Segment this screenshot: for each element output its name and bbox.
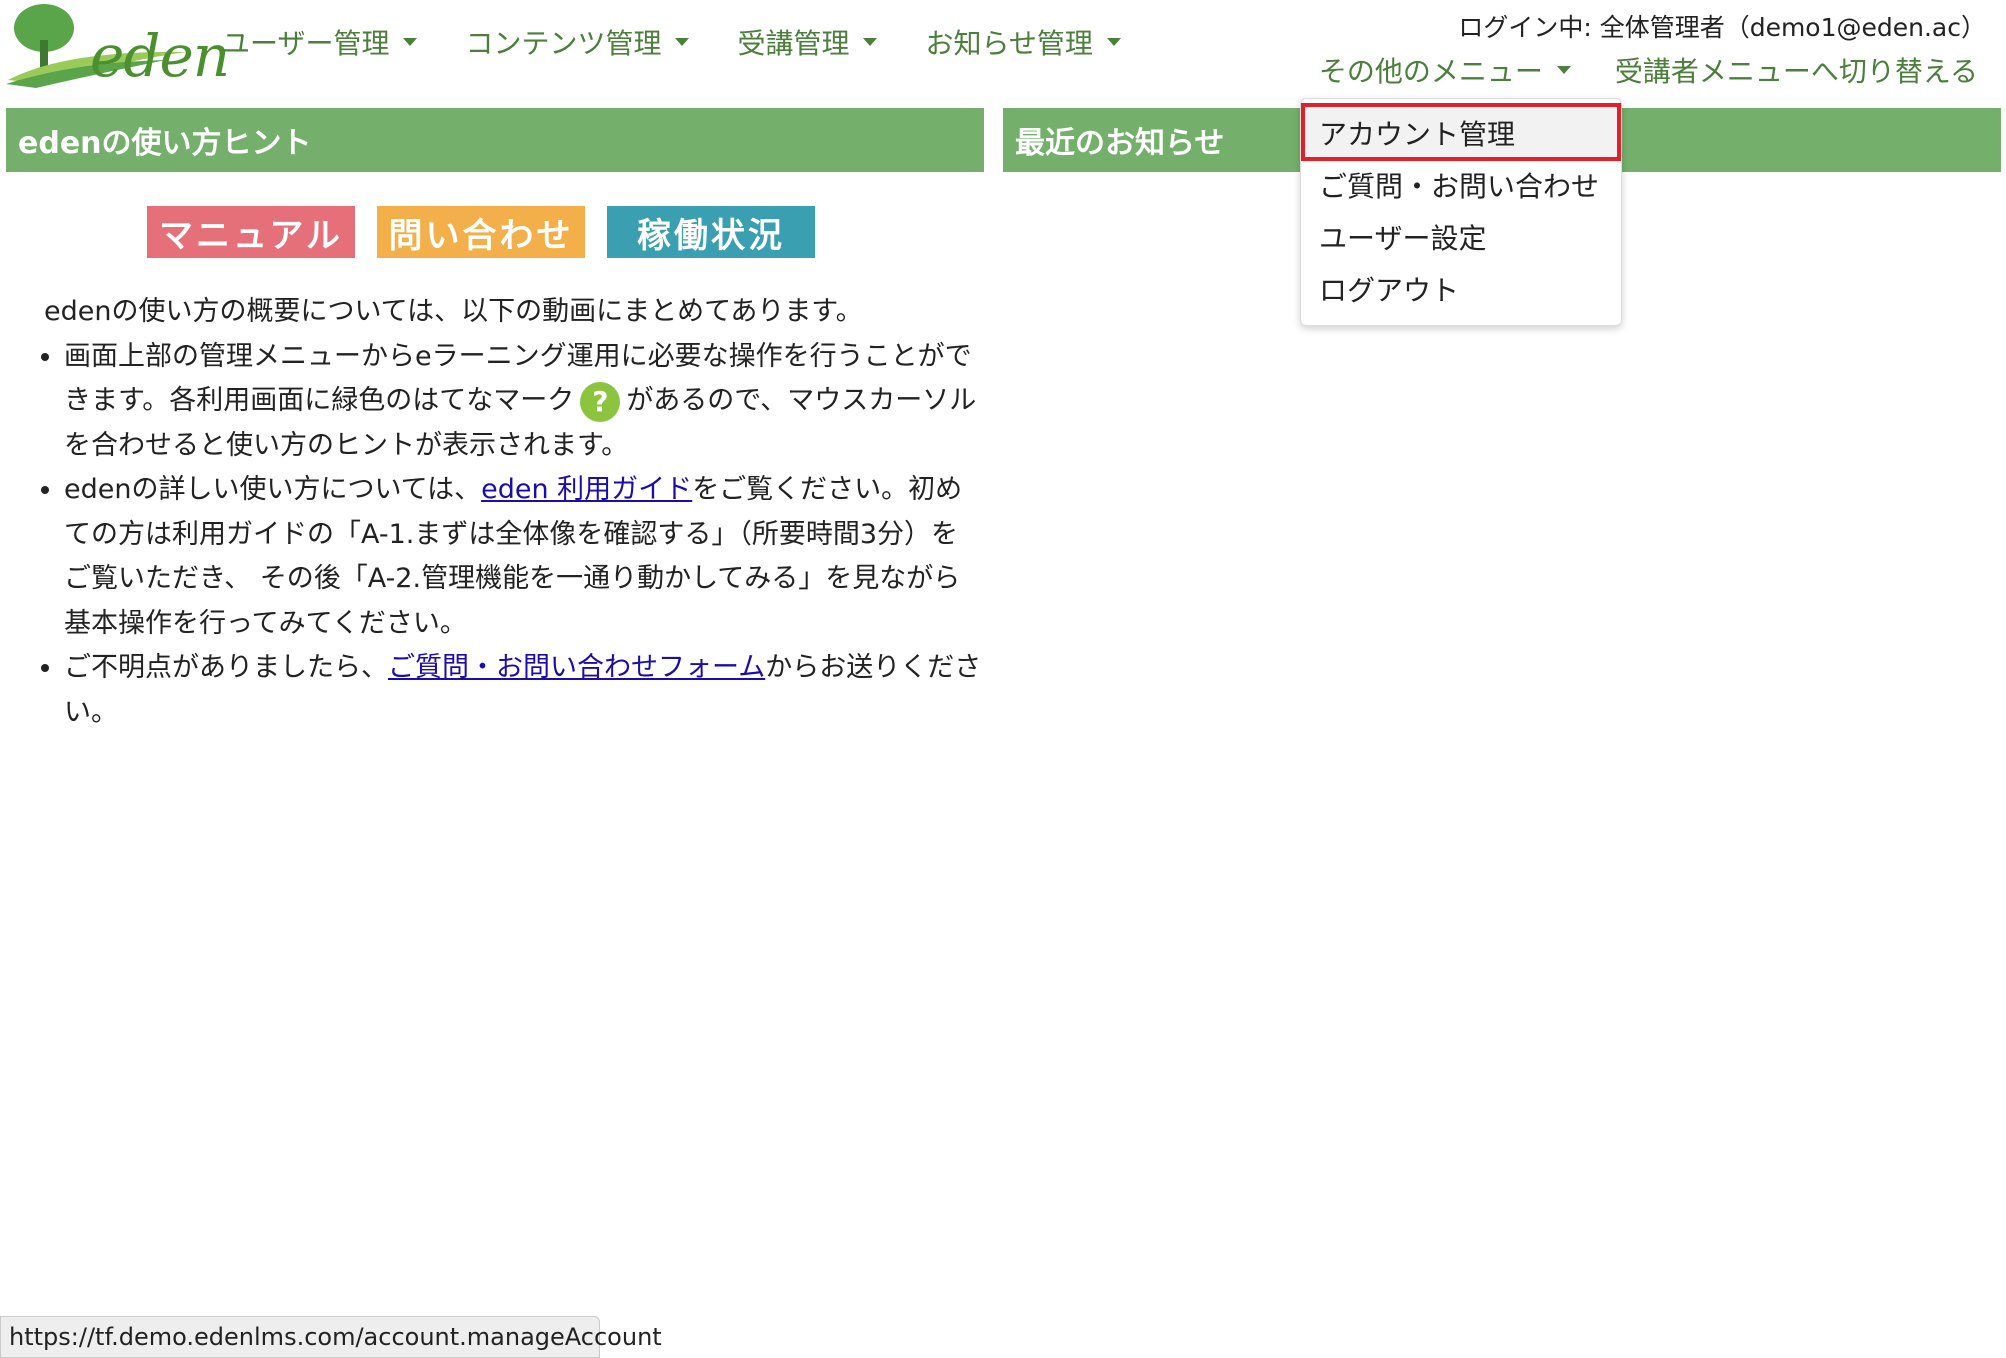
- other-menu-toggle[interactable]: その他のメニュー: [1319, 50, 1571, 90]
- logo-text: eden: [90, 22, 230, 90]
- hint-buttons: マニュアル 問い合わせ 稼働状況: [147, 206, 815, 258]
- contact-form-link[interactable]: ご質問・お問い合わせフォーム: [388, 652, 765, 683]
- help-question-icon: ?: [580, 381, 621, 422]
- user-guide-link[interactable]: eden 利用ガイド: [481, 474, 692, 505]
- intro-text: edenの使い方の概要については、以下の動画にまとめてあります。: [44, 296, 863, 327]
- nav-label: コンテンツ管理: [465, 27, 662, 60]
- browser-status-bar: https://tf.demo.edenlms.com/account.mana…: [0, 1316, 662, 1358]
- hints-content: edenの使い方の概要については、以下の動画にまとめてあります。 画面上部の管理…: [44, 290, 984, 735]
- list-item: edenの詳しい使い方については、eden 利用ガイドをご覧ください。初めての方…: [64, 468, 984, 646]
- caret-down-icon: [1106, 38, 1121, 46]
- nav-label: お知らせ管理: [925, 27, 1093, 60]
- top-right-menu: その他のメニュー 受講者メニューへ切り替える: [1319, 50, 1978, 90]
- nav-label: 受講管理: [737, 27, 850, 60]
- manual-button[interactable]: マニュアル: [147, 206, 355, 258]
- hints-panel-title: edenの使い方ヒント: [6, 108, 984, 172]
- caret-down-icon: [403, 38, 418, 46]
- status-button[interactable]: 稼働状況: [607, 206, 815, 258]
- caret-down-icon: [675, 38, 690, 46]
- nav-notice-management[interactable]: お知らせ管理: [925, 22, 1121, 62]
- nav-content-management[interactable]: コンテンツ管理: [465, 22, 690, 62]
- hint-list: 画面上部の管理メニューからeラーニング運用に必要な操作を行うことができます。各利…: [44, 335, 984, 736]
- menu-item-account-management[interactable]: アカウント管理: [1319, 113, 1515, 153]
- menu-item-logout[interactable]: ログアウト: [1319, 269, 1459, 309]
- menu-item-user-settings[interactable]: ユーザー設定: [1319, 217, 1486, 257]
- caret-down-icon: [1556, 66, 1571, 74]
- nav-label: ユーザー管理: [222, 27, 390, 60]
- switch-to-learner-link[interactable]: 受講者メニューへ切り替える: [1615, 50, 1978, 90]
- status-url: https://tf.demo.edenlms.com/account.mana…: [9, 1323, 662, 1351]
- other-menu-label: その他のメニュー: [1318, 55, 1543, 88]
- text: ご不明点がありましたら、: [64, 652, 388, 683]
- contact-button[interactable]: 問い合わせ: [377, 206, 585, 258]
- nav-user-management[interactable]: ユーザー管理: [222, 22, 418, 62]
- list-item: 画面上部の管理メニューからeラーニング運用に必要な操作を行うことができます。各利…: [64, 335, 984, 469]
- nav-course-management[interactable]: 受講管理: [737, 22, 878, 62]
- main-nav: ユーザー管理 コンテンツ管理 受講管理 お知らせ管理: [222, 22, 1121, 62]
- login-info: ログイン中: 全体管理者（demo1@eden.ac）: [1458, 13, 1986, 42]
- menu-item-contact[interactable]: ご質問・お問い合わせ: [1319, 165, 1599, 205]
- caret-down-icon: [863, 38, 878, 46]
- list-item: ご不明点がありましたら、ご質問・お問い合わせフォームからお送りください。: [64, 646, 984, 735]
- text: edenの詳しい使い方については、: [64, 474, 482, 505]
- eden-logo[interactable]: eden: [6, 0, 230, 90]
- other-menu-dropdown: アカウント管理 ご質問・お問い合わせ ユーザー設定 ログアウト: [1300, 98, 1622, 326]
